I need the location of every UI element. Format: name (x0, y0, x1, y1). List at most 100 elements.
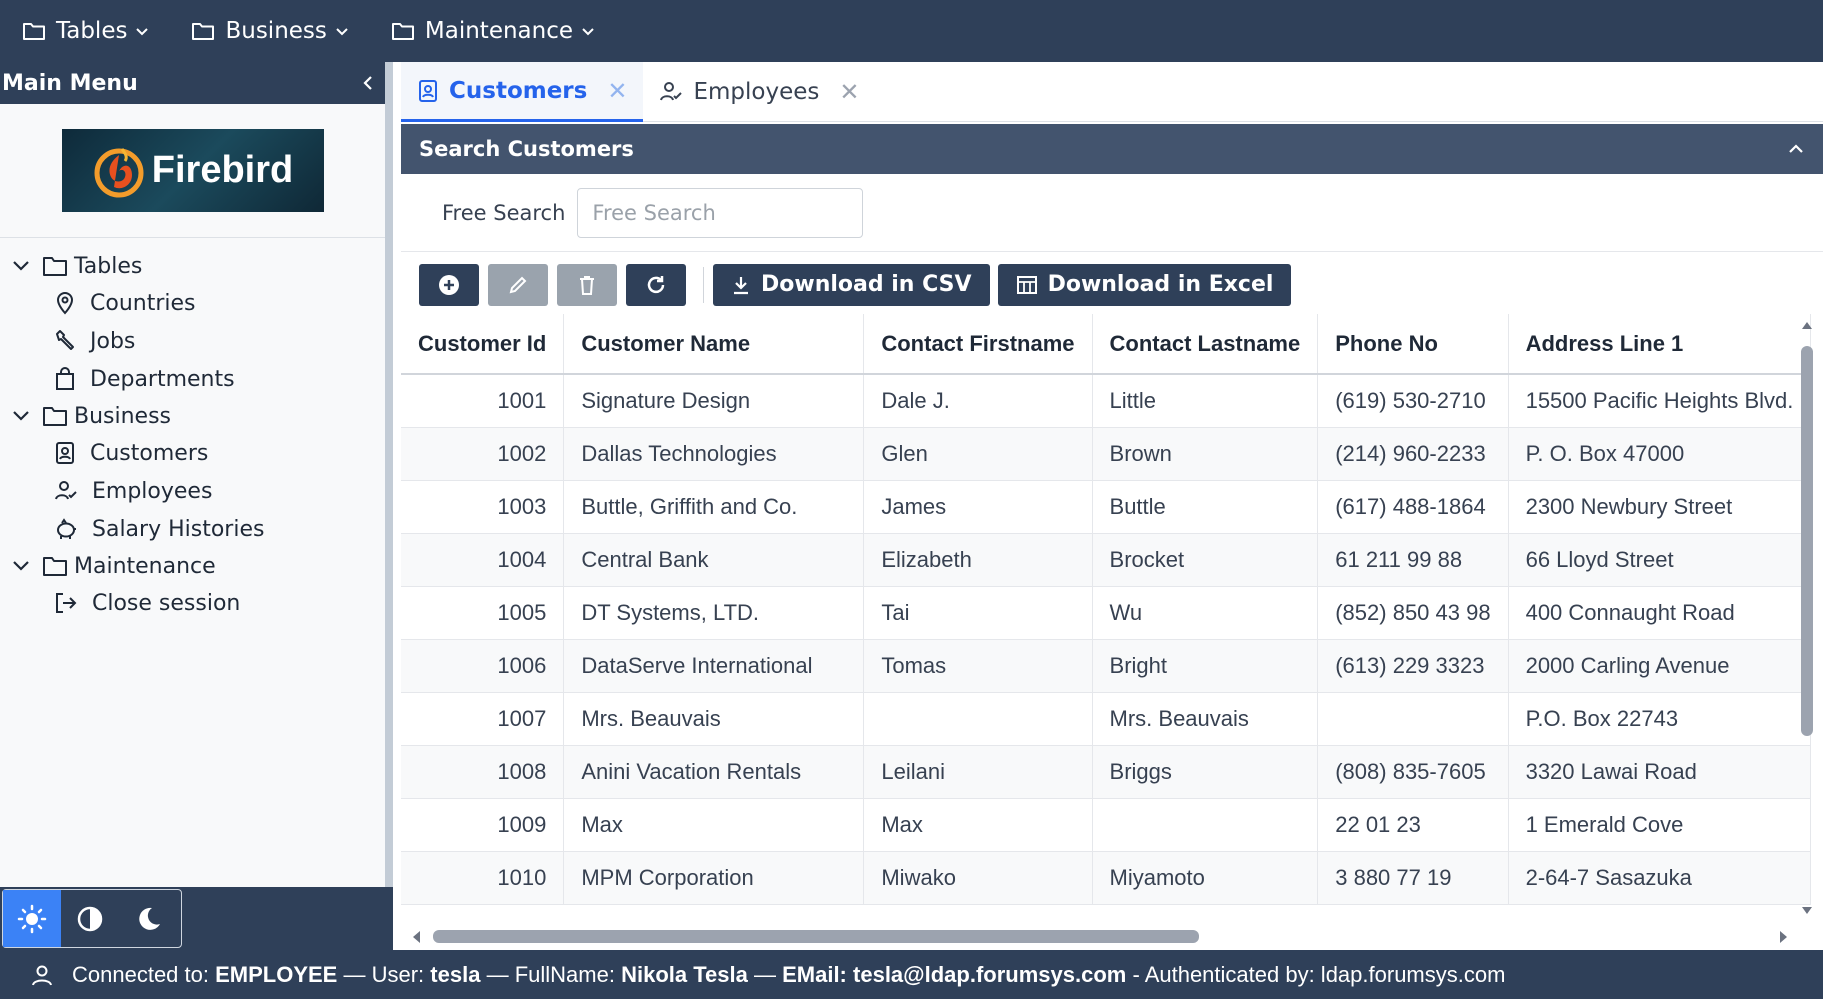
cell-customer-id: 1009 (401, 798, 565, 852)
table-row[interactable]: 1001 Signature Design Dale J. Little (61… (401, 374, 1812, 428)
table-row[interactable]: 1002 Dallas Technologies Glen Brown (214… (401, 427, 1812, 481)
sidebar-item-label: Jobs (90, 328, 136, 354)
delete-button[interactable] (557, 263, 617, 306)
contact-card-icon (56, 442, 74, 464)
chevron-down-icon (336, 28, 348, 36)
free-search-label: Free Search (442, 200, 566, 225)
cell-customer-name: Max (563, 798, 865, 852)
cell-phone-no: (852) 850 43 98 (1317, 586, 1509, 640)
cell-phone-no: (619) 530-2710 (1317, 374, 1509, 428)
tab-employees[interactable]: Employees ✕ (643, 62, 875, 122)
table-row[interactable]: 1005 DT Systems, LTD. Tai Wu (852) 850 4… (401, 586, 1812, 640)
horizontal-scrollbar[interactable] (401, 922, 1797, 950)
chevron-left-icon[interactable] (361, 74, 375, 92)
horizontal-scrollbar-thumb[interactable] (433, 930, 1199, 943)
moon-icon (139, 907, 160, 930)
vertical-scrollbar-thumb[interactable] (1801, 346, 1813, 736)
sidebar-item-jobs[interactable]: Jobs (0, 322, 385, 360)
sidebar-item-countries[interactable]: Countries (0, 284, 385, 322)
table-header-row: Customer Id Customer Name Contact Firstn… (401, 314, 1812, 375)
table-row[interactable]: 1003 Buttle, Griffith and Co. James Butt… (401, 480, 1812, 534)
cell-address-line-1: 1 Emerald Cove (1508, 798, 1812, 852)
cell-phone-no: (617) 488-1864 (1317, 480, 1509, 534)
add-button[interactable] (419, 263, 479, 306)
download-icon (734, 276, 748, 294)
tree-group-maintenance[interactable]: Maintenance (0, 548, 385, 584)
menu-maintenance[interactable]: Maintenance (391, 18, 595, 44)
table-row[interactable]: 1009 Max Max 22 01 23 1 Emerald Cove (401, 798, 1812, 852)
cell-contact-firstname: James (863, 480, 1093, 534)
tree-group-business[interactable]: Business (0, 398, 385, 434)
cell-address-line-1: 400 Connaught Road (1508, 586, 1812, 640)
column-header-contact-firstname[interactable]: Contact Firstname (863, 314, 1093, 375)
close-icon[interactable]: ✕ (839, 78, 859, 106)
column-header-contact-lastname[interactable]: Contact Lastname (1092, 314, 1319, 375)
sidebar-item-label: Customers (90, 440, 209, 466)
firebird-logo: Firebird (61, 129, 324, 212)
tab-customers[interactable]: Customers ✕ (401, 62, 644, 122)
cell-customer-name: Buttle, Griffith and Co. (563, 480, 865, 534)
folder-icon (43, 557, 67, 576)
download-excel-button[interactable]: Download in Excel (997, 263, 1292, 306)
cell-address-line-1: 2000 Carling Avenue (1508, 639, 1812, 693)
tab-label: Employees (693, 79, 820, 105)
status-fullname-value: Nikola Tesla (621, 961, 748, 987)
cell-contact-firstname: Elizabeth (863, 533, 1093, 587)
theme-switcher-area (0, 887, 393, 950)
cell-contact-firstname: Tomas (863, 639, 1093, 693)
cell-customer-id: 1006 (401, 639, 565, 693)
cell-customer-name: DataServe International (563, 639, 865, 693)
close-icon[interactable]: ✕ (607, 77, 627, 105)
sidebar-item-employees[interactable]: Employees (0, 472, 385, 510)
contact-card-icon (419, 79, 437, 102)
cell-phone-no: 3 880 77 19 (1317, 851, 1509, 905)
toolbar-divider (703, 266, 704, 303)
table-row[interactable]: 1008 Anini Vacation Rentals Leilani Brig… (401, 745, 1812, 799)
sidebar-item-salary-histories[interactable]: Salary Histories (0, 510, 385, 548)
sidebar-item-departments[interactable]: Departments (0, 360, 385, 398)
theme-auto-button[interactable] (61, 890, 119, 947)
table-row[interactable]: 1010 MPM Corporation Miwako Miyamoto 3 8… (401, 851, 1812, 905)
refresh-button[interactable] (626, 263, 686, 306)
theme-light-button[interactable] (3, 890, 61, 947)
scroll-left-arrow-icon (413, 931, 420, 943)
wrench-icon (56, 330, 74, 350)
column-header-phone-no[interactable]: Phone No (1317, 314, 1509, 375)
table-row[interactable]: 1004 Central Bank Elizabeth Brocket 61 2… (401, 533, 1812, 587)
map-pin-icon (56, 292, 74, 315)
tree-group-tables[interactable]: Tables (0, 248, 385, 284)
sidebar-item-close-session[interactable]: Close session (0, 584, 385, 622)
sidebar-item-label: Salary Histories (92, 516, 265, 542)
chevron-down-icon (136, 28, 149, 36)
cell-address-line-1: P.O. Box 22743 (1508, 692, 1812, 746)
menu-tables[interactable]: Tables (22, 18, 149, 44)
download-csv-button[interactable]: Download in CSV (713, 263, 990, 306)
column-header-customer-name[interactable]: Customer Name (563, 314, 865, 375)
free-search-input[interactable] (577, 187, 864, 238)
status-separator: — (486, 961, 509, 987)
search-form: Free Search (401, 174, 1823, 252)
vertical-scrollbar[interactable] (1799, 314, 1815, 922)
customers-table-container: Customer Id Customer Name Contact Firstn… (401, 314, 1823, 950)
search-panel-header[interactable]: Search Customers (401, 124, 1823, 174)
cell-contact-lastname: Miyamoto (1092, 851, 1319, 905)
cell-phone-no: (808) 835-7605 (1317, 745, 1509, 799)
cell-customer-name: Anini Vacation Rentals (563, 745, 865, 799)
folder-icon (23, 23, 45, 40)
cell-customer-id: 1008 (401, 745, 565, 799)
cell-customer-name: Dallas Technologies (563, 427, 865, 481)
menu-tables-label: Tables (56, 18, 128, 44)
table-row[interactable]: 1007 Mrs. Beauvais Mrs. Beauvais P.O. Bo… (401, 692, 1812, 746)
sidebar-item-customers[interactable]: Customers (0, 434, 385, 472)
chevron-up-icon[interactable] (1787, 143, 1805, 155)
cell-address-line-1: 66 Lloyd Street (1508, 533, 1812, 587)
theme-dark-button[interactable] (119, 890, 177, 947)
chevron-down-icon (582, 28, 594, 36)
table-row[interactable]: 1006 DataServe International Tomas Brigh… (401, 639, 1812, 693)
menu-business[interactable]: Business (191, 18, 348, 44)
column-header-customer-id[interactable]: Customer Id (401, 314, 565, 375)
folder-icon (192, 23, 215, 40)
cell-address-line-1: 2-64-7 Sasazuka (1508, 851, 1812, 905)
edit-button[interactable] (488, 263, 548, 306)
column-header-address-line-1[interactable]: Address Line 1 (1508, 314, 1812, 375)
